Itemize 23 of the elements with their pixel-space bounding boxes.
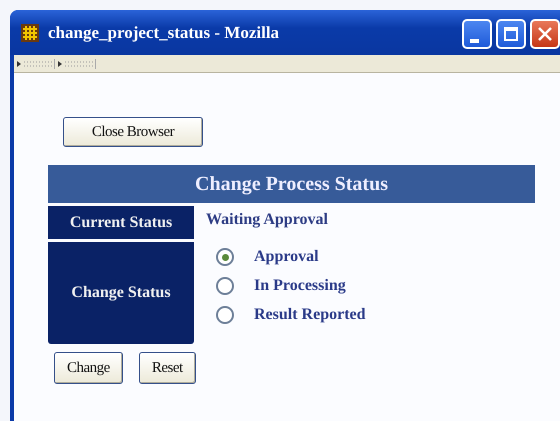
close-button[interactable] bbox=[530, 18, 560, 48]
maximize-icon bbox=[503, 26, 519, 42]
radio-button[interactable] bbox=[216, 306, 234, 324]
change-button[interactable]: Change bbox=[54, 352, 123, 384]
radio-button[interactable] bbox=[216, 248, 234, 266]
app-icon bbox=[20, 22, 40, 42]
minimize-icon bbox=[470, 38, 478, 42]
toolbar-grip-icon[interactable] bbox=[57, 58, 96, 68]
window-title: change_project_status - Mozilla bbox=[48, 22, 280, 42]
status-value: Waiting Approval bbox=[206, 210, 328, 230]
form-header: Change Process Status bbox=[48, 165, 535, 203]
toolbar-grip-icon[interactable] bbox=[16, 58, 55, 68]
radio-label[interactable]: In Processing bbox=[254, 277, 346, 295]
radio-label[interactable]: Approval bbox=[254, 248, 319, 266]
radio-label[interactable]: Result Reported bbox=[254, 306, 366, 324]
close-browser-button[interactable]: Close Browser bbox=[63, 117, 203, 147]
minimize-button[interactable] bbox=[462, 18, 492, 48]
field-label: Change Status bbox=[48, 242, 194, 344]
maximize-button[interactable] bbox=[496, 18, 526, 48]
radio-button[interactable] bbox=[216, 277, 234, 295]
close-icon bbox=[537, 26, 553, 42]
field-label: Current Status bbox=[48, 206, 194, 239]
reset-button[interactable]: Reset bbox=[138, 352, 196, 384]
